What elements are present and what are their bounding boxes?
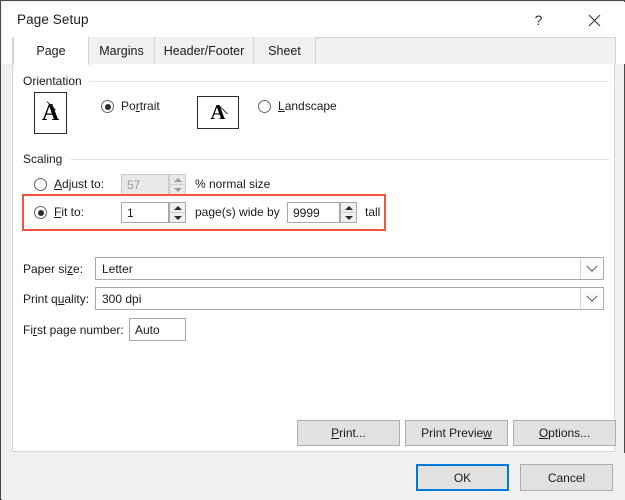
fit-to-middle-label: page(s) wide by [195,205,280,219]
paper-size-value: Letter [96,262,580,276]
fit-to-wide-spinner-up[interactable] [170,203,185,213]
question-mark-icon: ? [535,12,543,28]
tab-header-footer[interactable]: Header/Footer [155,37,254,64]
close-button[interactable] [572,3,617,37]
caret-down-icon [174,188,182,192]
chevron-down-icon [586,290,597,301]
first-page-number-label: First page number: [23,323,124,337]
print-button[interactable]: Print... [297,420,400,446]
tab-header-footer-label: Header/Footer [164,44,245,58]
portrait-radio[interactable] [101,100,114,113]
portrait-page-fold-icon [58,92,67,101]
title-bar: Page Setup ? [2,2,625,37]
paper-size-combobox[interactable]: Letter [95,257,604,280]
adjust-to-value: 57 [127,178,140,192]
paper-size-label: Paper size: [23,262,83,276]
caret-down-icon [345,216,353,220]
ok-button[interactable]: OK [416,464,509,491]
help-button[interactable]: ? [516,3,561,37]
fit-to-suffix: tall [365,205,380,219]
tab-margins-label: Margins [99,44,143,58]
first-page-number-value: Auto [135,323,160,337]
adjust-to-spinner-up[interactable] [170,175,185,185]
caret-up-icon [174,206,182,210]
fit-to-label: Fit to: [54,205,84,219]
dialog-footer: OK Cancel [2,453,625,500]
caret-up-icon [174,178,182,182]
fit-to-tall-input[interactable]: 9999 [287,202,340,223]
fit-to-tall-spinner[interactable] [340,202,357,223]
cancel-button[interactable]: Cancel [520,464,613,491]
print-quality-value: 300 dpi [96,292,580,306]
landscape-label: Landscape [278,99,337,113]
print-preview-button[interactable]: Print Preview [405,420,508,446]
caret-up-icon [345,206,353,210]
page-setup-dialog: Page Setup ? Page Margins Header/Footer … [0,0,625,500]
options-button[interactable]: Options... [513,420,616,446]
portrait-page-icon[interactable]: A [34,92,67,134]
fit-to-wide-spinner-down[interactable] [170,213,185,222]
caret-down-icon [174,216,182,220]
close-icon [588,14,601,27]
landscape-page-icon[interactable]: A [197,96,239,129]
adjust-to-spinner-down[interactable] [170,185,185,194]
adjust-to-radio[interactable] [34,178,47,191]
fit-to-tall-spinner-up[interactable] [341,203,356,213]
chevron-down-icon [586,260,597,271]
orientation-group-label: Orientation [23,74,88,88]
print-button-label: Print... [331,426,366,440]
tab-strip: Page Margins Header/Footer Sheet [2,37,625,64]
portrait-label: Portrait [121,99,160,113]
print-quality-combobox[interactable]: 300 dpi [95,287,604,310]
tab-sheet[interactable]: Sheet [254,37,316,64]
adjust-to-input[interactable]: 57 [121,174,169,195]
tab-page[interactable]: Page [13,37,89,65]
print-quality-label: Print quality: [23,292,89,306]
scaling-group-divider [71,159,609,160]
options-button-label: Options... [539,426,590,440]
landscape-page-fold-icon [230,96,239,105]
fit-to-wide-input[interactable]: 1 [121,202,169,223]
landscape-radio[interactable] [258,100,271,113]
ok-button-label: OK [454,471,471,485]
fit-to-tall-value: 9999 [293,206,320,220]
print-quality-dropdown-arrow[interactable] [580,288,603,309]
cancel-button-label: Cancel [548,471,585,485]
print-preview-button-label: Print Preview [421,426,492,440]
tab-sheet-label: Sheet [268,44,301,58]
fit-to-wide-spinner[interactable] [169,202,186,223]
page-title: Page Setup [17,12,89,27]
scaling-group-label: Scaling [23,152,68,166]
fit-to-radio[interactable] [34,206,47,219]
adjust-to-label: Adjust to: [54,177,104,191]
orientation-group-divider [89,81,609,82]
adjust-to-suffix: % normal size [195,177,270,191]
page-tab-panel: Orientation A Portrait A Landscape Scali… [12,64,615,452]
first-page-number-input[interactable]: Auto [129,318,186,341]
tab-margins[interactable]: Margins [89,37,155,64]
fit-to-wide-value: 1 [127,206,134,220]
paper-size-dropdown-arrow[interactable] [580,258,603,279]
adjust-to-spinner[interactable] [169,174,186,195]
fit-to-tall-spinner-down[interactable] [341,213,356,222]
tab-page-label: Page [36,44,65,58]
